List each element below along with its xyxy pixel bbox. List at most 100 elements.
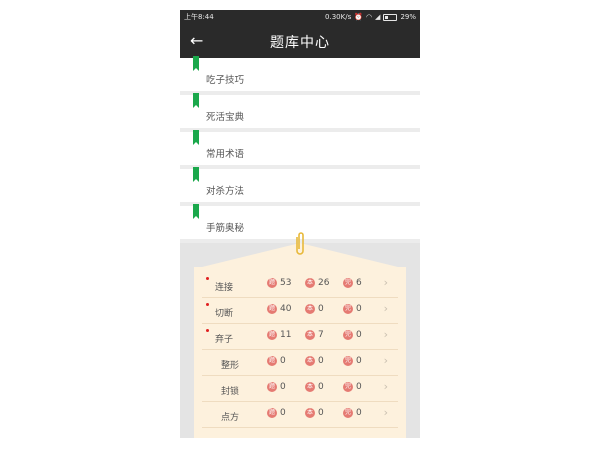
signal-icon: ◢ xyxy=(375,13,381,21)
stat-book: 本0 xyxy=(305,356,324,366)
bookmark-icon xyxy=(193,130,199,145)
bookmark-icon xyxy=(193,93,199,108)
category-label: 常用术语 xyxy=(206,149,245,160)
category-label: 死活宝典 xyxy=(206,112,245,123)
subcategory-row[interactable]: 点方题 0 本 0 完 0 › xyxy=(202,401,398,428)
stat-count: 53 xyxy=(280,278,292,288)
stat-book: 本0 xyxy=(305,408,324,418)
new-dot-icon xyxy=(206,303,209,306)
stat-question: 题 11 xyxy=(267,330,291,340)
stat-count: 11 xyxy=(280,330,292,340)
stat-count: 0 xyxy=(318,408,324,418)
stat-book: 本0 xyxy=(305,304,324,314)
title-bar: ← 题库中心 xyxy=(180,24,420,58)
stat-count: 0 xyxy=(318,382,324,392)
subcategory-card: 连接题 53 本 26 完 6 › 切断题 40 本 0 完 0 › 弃子题 11 本 7 完 0 › 整形题 0 本 0 完 0 ›… xyxy=(194,267,406,438)
stat-done: 完0 xyxy=(343,304,362,314)
stat-count: 40 xyxy=(280,304,292,314)
stat-book: 本0 xyxy=(305,382,324,392)
subcategory-row[interactable]: 封锁题 0 本 0 完 0 › xyxy=(202,375,398,402)
bookmark-icon xyxy=(193,167,199,182)
stat-question: 题0 xyxy=(267,382,286,392)
category-item[interactable]: 吃子技巧 xyxy=(180,56,420,91)
done-badge-icon: 完 xyxy=(343,408,353,418)
subcategory-name: 弃子 xyxy=(215,335,234,345)
book-badge-icon: 本 xyxy=(305,304,315,314)
question-badge-icon: 题 xyxy=(267,278,277,288)
bookmark-icon xyxy=(193,204,199,219)
subcategory-name: 封锁 xyxy=(221,387,240,397)
question-badge-icon: 题 xyxy=(267,304,277,314)
category-item[interactable]: 对杀方法 xyxy=(180,167,420,202)
stat-question: 题 40 xyxy=(267,304,291,314)
question-badge-icon: 题 xyxy=(267,330,277,340)
category-item[interactable]: 死活宝典 xyxy=(180,93,420,128)
alarm-icon: ⏰ xyxy=(354,13,363,21)
chevron-right-icon: › xyxy=(383,354,388,367)
stat-count: 7 xyxy=(318,330,324,340)
chevron-right-icon: › xyxy=(383,406,388,419)
book-badge-icon: 本 xyxy=(305,330,315,340)
done-badge-icon: 完 xyxy=(343,382,353,392)
stat-question: 题0 xyxy=(267,408,286,418)
subcategory-row[interactable]: 弃子 题 11 本 7 完 0 › xyxy=(202,323,398,350)
stat-count: 0 xyxy=(356,330,362,340)
stat-count: 0 xyxy=(280,356,286,366)
stat-done: 完0 xyxy=(343,382,362,392)
stat-count: 0 xyxy=(356,304,362,314)
book-badge-icon: 本 xyxy=(305,382,315,392)
stat-done: 完0 xyxy=(343,330,362,340)
subcategory-row[interactable]: 整形题 0 本 0 完 0 › xyxy=(202,349,398,376)
done-badge-icon: 完 xyxy=(343,356,353,366)
battery-icon xyxy=(383,13,398,21)
category-label: 吃子技巧 xyxy=(206,75,245,86)
book-badge-icon: 本 xyxy=(305,278,315,288)
expanded-panel: 连接题 53 本 26 完 6 › 切断题 40 本 0 完 0 › 弃子题 11 本 7 完 0 › 整形题 0 本 0 完 0 ›… xyxy=(180,232,420,438)
category-label: 对杀方法 xyxy=(206,186,245,197)
subcategory-name: 切断 xyxy=(215,309,234,319)
stat-done: 完0 xyxy=(343,356,362,366)
stat-count: 0 xyxy=(280,408,286,418)
subcategory-row[interactable]: 连接 题 53 本 26 完 6 › xyxy=(202,271,398,298)
done-badge-icon: 完 xyxy=(343,304,353,314)
stat-count: 6 xyxy=(356,278,362,288)
done-badge-icon: 完 xyxy=(343,278,353,288)
category-label: 手筋奥秘 xyxy=(206,223,245,234)
chevron-right-icon: › xyxy=(383,276,388,289)
chevron-right-icon: › xyxy=(383,328,388,341)
question-badge-icon: 题 xyxy=(267,382,277,392)
book-badge-icon: 本 xyxy=(305,356,315,366)
status-time: 上午8:44 xyxy=(184,13,214,21)
stat-question: 题 53 xyxy=(267,278,291,288)
new-dot-icon xyxy=(206,277,209,280)
battery-percent: 29% xyxy=(400,13,416,21)
bookmark-icon xyxy=(193,56,199,71)
status-bar: 上午8:44 0.30K/s ⏰ ◠ ◢ 29% xyxy=(180,10,420,24)
done-badge-icon: 完 xyxy=(343,330,353,340)
new-dot-icon xyxy=(206,329,209,332)
subcategory-name: 整形 xyxy=(221,361,240,371)
paperclip-icon xyxy=(296,232,304,255)
stat-count: 0 xyxy=(318,356,324,366)
book-badge-icon: 本 xyxy=(305,408,315,418)
question-badge-icon: 题 xyxy=(267,356,277,366)
stat-count: 0 xyxy=(356,408,362,418)
stat-count: 26 xyxy=(318,278,330,288)
stat-done: 完0 xyxy=(343,408,362,418)
subcategory-name: 连接 xyxy=(215,283,234,293)
page-title: 题库中心 xyxy=(270,35,330,51)
network-speed: 0.30K/s xyxy=(325,13,352,21)
chevron-right-icon: › xyxy=(383,302,388,315)
stat-count: 0 xyxy=(356,382,362,392)
status-right: 0.30K/s ⏰ ◠ ◢ 29% xyxy=(325,13,416,21)
stat-book: 本7 xyxy=(305,330,324,340)
stat-question: 题0 xyxy=(267,356,286,366)
subcategory-name: 点方 xyxy=(221,413,240,423)
category-item[interactable]: 常用术语 xyxy=(180,130,420,165)
phone-screen: 上午8:44 0.30K/s ⏰ ◠ ◢ 29% ← 题库中心 吃子技巧 死活宝… xyxy=(180,10,420,438)
question-badge-icon: 题 xyxy=(267,408,277,418)
chevron-right-icon: › xyxy=(383,380,388,393)
subcategory-row[interactable]: 切断题 40 本 0 完 0 › xyxy=(202,297,398,324)
stat-book: 本 26 xyxy=(305,278,329,288)
stat-count: 0 xyxy=(356,356,362,366)
